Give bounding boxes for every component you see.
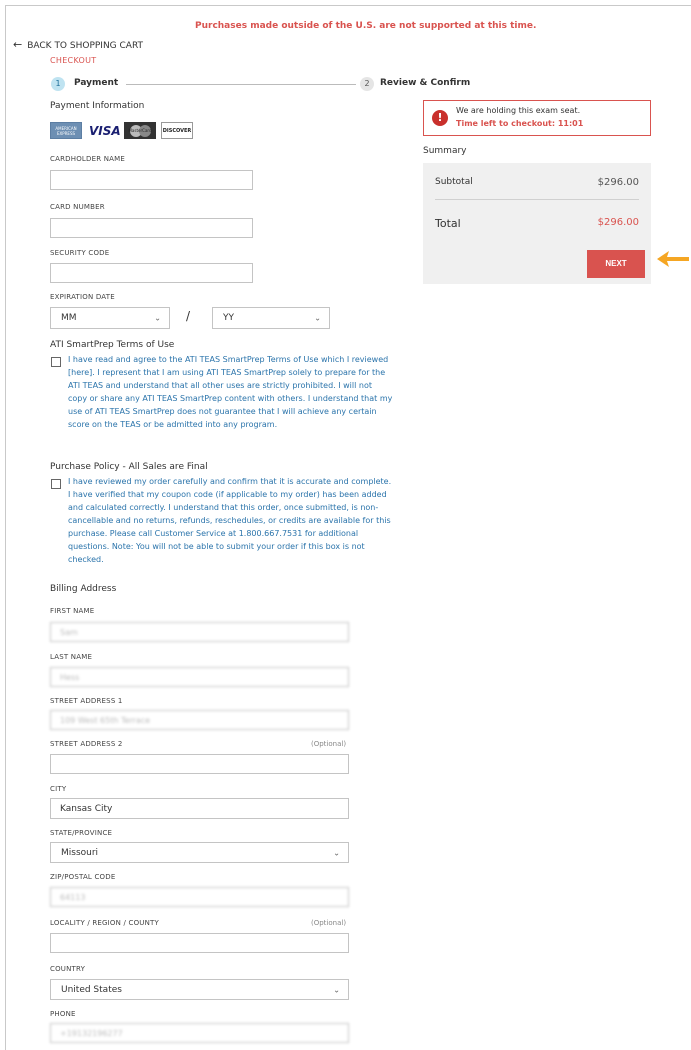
street-address-1-label: STREET ADDRESS 1: [50, 697, 123, 705]
locality-input[interactable]: [50, 933, 349, 953]
zip-input[interactable]: 64113: [50, 887, 349, 907]
summary-divider: [435, 199, 639, 200]
month-value: MM: [61, 313, 77, 323]
region-notice: Purchases made outside of the U.S. are n…: [195, 21, 537, 31]
visa-logo: VISA: [89, 124, 121, 138]
arrow-left-icon: ←: [13, 38, 23, 51]
state-label: STATE/PROVINCE: [50, 829, 113, 837]
exclamation-circle-icon: !: [432, 110, 448, 126]
terms-text: I have read and agree to the ATI TEAS Sm…: [68, 355, 393, 429]
street-address-2-label: STREET ADDRESS 2: [50, 740, 123, 748]
last-name-value: Hess: [60, 672, 80, 682]
zip-label: ZIP/POSTAL CODE: [50, 873, 116, 881]
street-address-2-input[interactable]: [50, 754, 349, 774]
security-code-label: SECURITY CODE: [50, 249, 110, 257]
subtotal-value: $296.00: [597, 177, 639, 188]
phone-value: +19132196277: [60, 1028, 123, 1038]
step-1-label: Payment: [74, 78, 119, 88]
mastercard-logo: MasterCard: [124, 122, 156, 139]
street-address-1-input[interactable]: 109 West 65th Terrace: [50, 710, 349, 730]
expiration-date-label: EXPIRATION DATE: [50, 293, 115, 301]
city-value: Kansas City: [60, 803, 113, 814]
country-value: United States: [61, 984, 122, 995]
security-code-input[interactable]: [50, 263, 253, 283]
country-label: COUNTRY: [50, 965, 86, 973]
expiration-year-select[interactable]: YY ⌄: [212, 307, 330, 329]
alert-message: We are holding this exam seat.: [456, 106, 581, 115]
billing-address-title: Billing Address: [50, 584, 117, 594]
breadcrumb: CHECKOUT: [50, 56, 97, 65]
year-value: YY: [223, 313, 234, 323]
locality-label: LOCALITY / REGION / COUNTY: [50, 919, 160, 927]
first-name-input[interactable]: Sam: [50, 622, 349, 642]
first-name-value: Sam: [60, 627, 78, 637]
date-separator: /: [186, 309, 191, 323]
phone-label: PHONE: [50, 1010, 76, 1018]
chevron-down-icon: ⌄: [333, 985, 340, 994]
total-value: $296.00: [597, 217, 639, 228]
zip-value: 64113: [60, 892, 86, 902]
locality-optional: (Optional): [311, 919, 347, 927]
summary-title: Summary: [423, 146, 467, 156]
country-select[interactable]: United States ⌄: [50, 979, 349, 1000]
step-2-label: Review & Confirm: [380, 78, 471, 88]
first-name-label: FIRST NAME: [50, 607, 95, 615]
city-input[interactable]: Kansas City: [50, 798, 349, 819]
step-2-indicator: 2: [360, 77, 374, 91]
chevron-down-icon: ⌄: [333, 848, 340, 857]
expiration-month-select[interactable]: MM ⌄: [50, 307, 170, 329]
checkout-timer: Time left to checkout: 11:01: [456, 119, 584, 128]
street-address-1-value: 109 West 65th Terrace: [60, 715, 151, 725]
last-name-label: LAST NAME: [50, 653, 93, 661]
step-connector: [126, 84, 356, 85]
cardholder-name-input[interactable]: [50, 170, 253, 190]
policy-checkbox[interactable]: [51, 479, 61, 489]
city-label: CITY: [50, 785, 67, 793]
card-number-label: CARD NUMBER: [50, 203, 105, 211]
state-value: Missouri: [61, 847, 99, 858]
policy-title: Purchase Policy - All Sales are Final: [50, 462, 208, 472]
card-number-input[interactable]: [50, 218, 253, 238]
cardholder-name-label: CARDHOLDER NAME: [50, 155, 125, 163]
amex-logo: AMERICAN EXPRESS: [50, 122, 82, 139]
arrow-pointer-icon: [657, 251, 689, 267]
last-name-input[interactable]: Hess: [50, 667, 349, 687]
discover-logo: DISCOVER: [161, 122, 193, 139]
phone-input[interactable]: +19132196277: [50, 1023, 349, 1043]
terms-title: ATI SmartPrep Terms of Use: [50, 340, 175, 350]
state-select[interactable]: Missouri ⌄: [50, 842, 349, 863]
street-address-2-optional: (Optional): [311, 740, 347, 748]
next-button[interactable]: NEXT: [587, 250, 645, 278]
subtotal-label: Subtotal: [435, 177, 473, 187]
seat-hold-alert: ! We are holding this exam seat. Time le…: [423, 100, 651, 136]
payment-info-title: Payment Information: [50, 101, 145, 111]
terms-checkbox[interactable]: [51, 357, 61, 367]
total-label: Total: [435, 217, 461, 230]
back-to-cart-link[interactable]: ← BACK TO SHOPPING CART: [13, 38, 143, 51]
policy-text: I have reviewed my order carefully and c…: [68, 477, 392, 564]
step-1-indicator: 1: [51, 77, 65, 91]
chevron-down-icon: ⌄: [314, 313, 321, 323]
back-link-label: BACK TO SHOPPING CART: [27, 41, 144, 51]
chevron-down-icon: ⌄: [154, 313, 161, 323]
